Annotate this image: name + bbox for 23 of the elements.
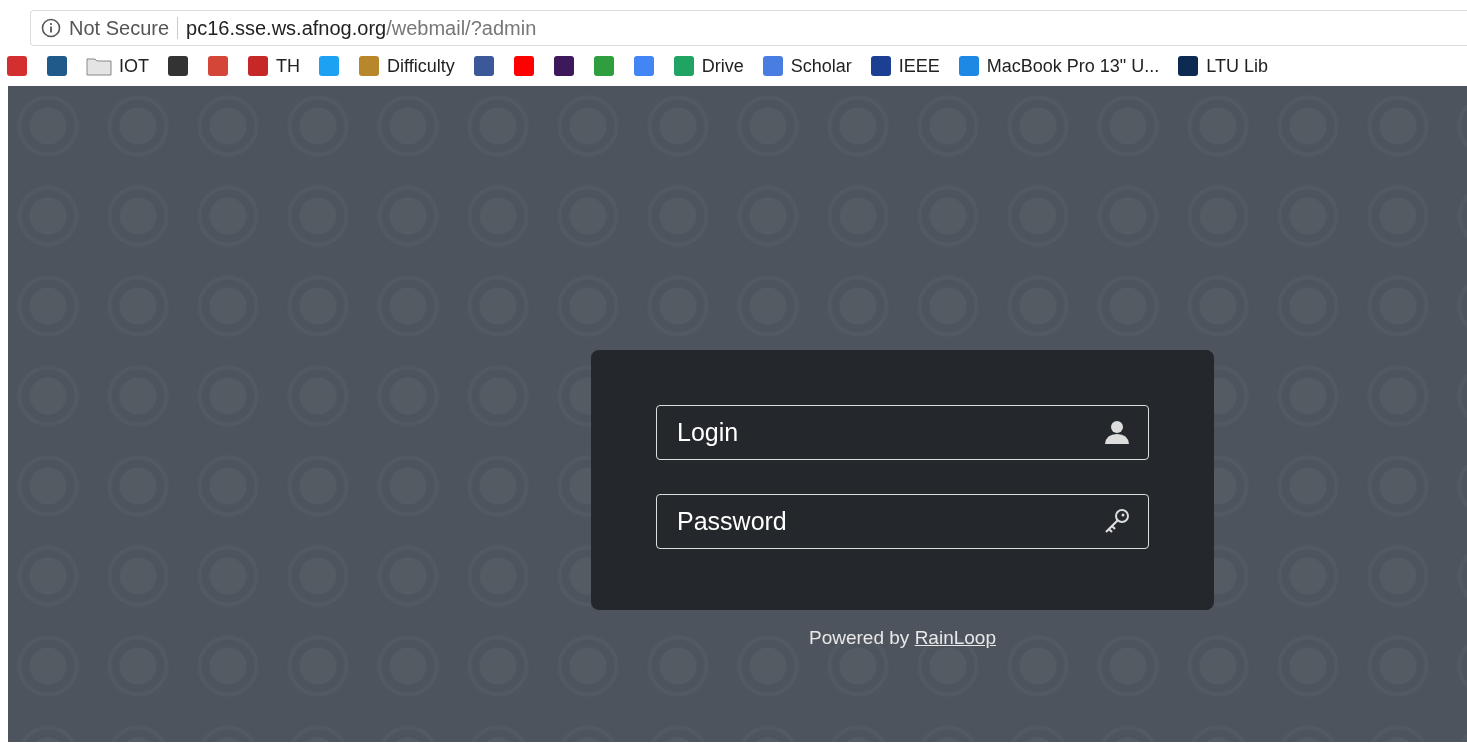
bookmark[interactable]: Scholar — [761, 52, 852, 80]
bookmark[interactable]: IOT — [86, 52, 149, 80]
favicon-icon[interactable] — [167, 55, 189, 77]
bookmark[interactable]: IEEE — [869, 52, 940, 80]
login-field[interactable]: Login — [656, 405, 1149, 460]
bookmark[interactable]: MacBook Pro 13" U... — [957, 52, 1160, 80]
bookmark[interactable]: TH — [247, 52, 300, 80]
bookmark[interactable]: Drive — [672, 52, 744, 80]
bookmark[interactable]: LTU Lib — [1177, 52, 1268, 80]
address-bar[interactable]: Not Secure pc16.sse.ws.afnog.org/webmail/?admin — [30, 10, 1467, 46]
security-label: Not Secure — [69, 16, 170, 41]
url-text: pc16.sse.ws.afnog.org/webmail/?admin — [186, 16, 537, 41]
info-icon — [41, 18, 61, 38]
powered-by-text: Powered by RainLoop — [809, 626, 996, 650]
rainloop-link[interactable]: RainLoop — [914, 627, 996, 648]
favicon-icon[interactable] — [46, 55, 68, 77]
favicon-icon[interactable] — [472, 55, 495, 77]
favicon-icon[interactable] — [552, 55, 575, 77]
folder-icon — [86, 56, 112, 76]
user-icon — [1103, 419, 1131, 445]
password-field[interactable]: Password — [656, 494, 1149, 549]
key-icon — [1103, 508, 1131, 534]
bookmark[interactable]: Difficulty — [358, 52, 455, 80]
